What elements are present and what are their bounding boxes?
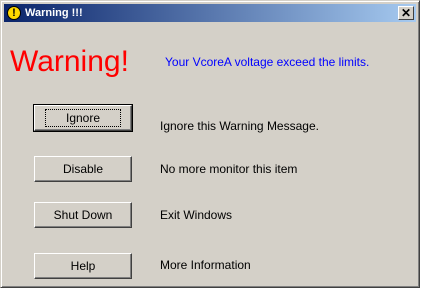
warning-icon: ! xyxy=(7,6,21,20)
disable-button[interactable]: Disable xyxy=(34,156,132,182)
shut-down-description: Exit Windows xyxy=(160,208,233,222)
close-icon: ✕ xyxy=(400,6,412,20)
disable-description: No more monitor this item xyxy=(160,162,298,176)
help-button-label: Help xyxy=(70,259,96,273)
ignore-description: Ignore this Warning Message. xyxy=(160,119,319,133)
title-bar[interactable]: ! Warning !!! ✕ xyxy=(4,4,416,22)
disable-button-label: Disable xyxy=(62,162,104,176)
warning-dialog: ! Warning !!! ✕ Warning! Your VcoreA vol… xyxy=(0,0,420,288)
warning-headline: Warning! xyxy=(10,45,129,78)
shut-down-button[interactable]: Shut Down xyxy=(34,202,132,228)
warning-detail: Your VcoreA voltage exceed the limits. xyxy=(165,55,370,69)
ignore-button-label: Ignore xyxy=(44,109,122,127)
window-title: Warning !!! xyxy=(25,7,83,19)
close-button[interactable]: ✕ xyxy=(398,6,414,20)
ignore-button[interactable]: Ignore xyxy=(33,104,133,132)
help-button[interactable]: Help xyxy=(34,253,132,279)
help-description: More Information xyxy=(160,258,251,272)
shut-down-button-label: Shut Down xyxy=(53,208,113,222)
